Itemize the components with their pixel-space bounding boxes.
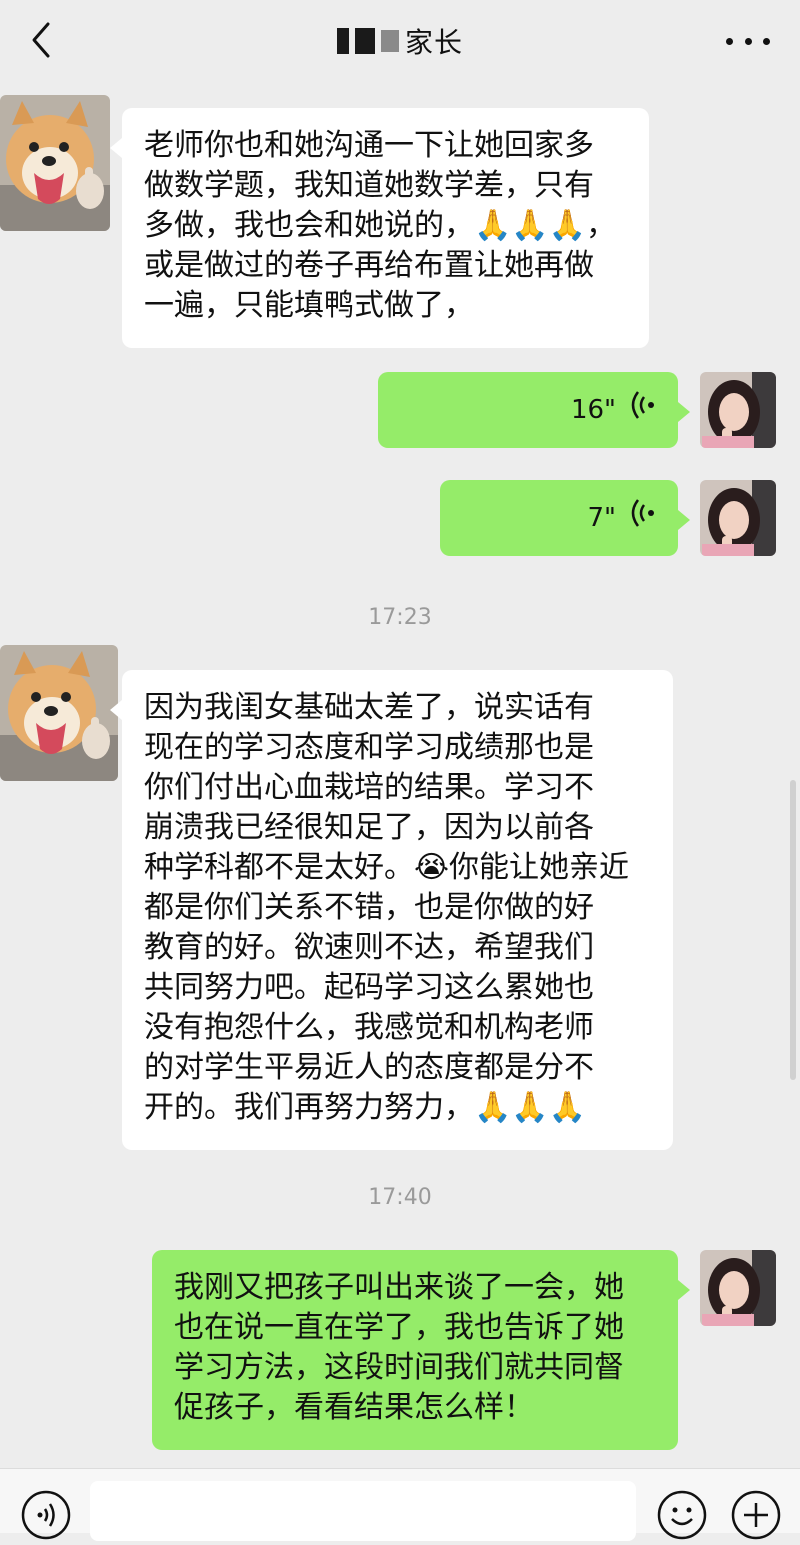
voice-duration: 16": [570, 395, 616, 425]
plus-icon[interactable]: [730, 1489, 782, 1541]
message-text: 因为我闺女基础太差了，说实话有 现在的学习态度和学习成绩那也是 你们付出心血栽培…: [144, 690, 630, 1125]
more-dots-icon[interactable]: [726, 26, 770, 56]
message-bubble[interactable]: 因为我闺女基础太差了，说实话有 现在的学习态度和学习成绩那也是 你们付出心血栽培…: [110, 670, 673, 1150]
message-text: 我刚又把孩子叫出来谈了一会，她 也在说一直在学了，我也告诉了她 学习方法，这段时…: [174, 1270, 624, 1425]
shiba-dog-avatar[interactable]: [0, 95, 110, 231]
voice-wave-icon: [630, 498, 656, 539]
chat-header: 家长: [0, 0, 800, 82]
message-input[interactable]: [90, 1481, 636, 1541]
voice-message-bubble[interactable]: 16": [378, 372, 690, 448]
contact-name: 家长: [404, 26, 463, 59]
voice-duration: 7": [587, 503, 616, 533]
message-text: 老师你也和她沟通一下让她回家多 做数学题，我知道她数学差，只有 多做，我也会和她…: [144, 128, 617, 323]
message-bubble[interactable]: 我刚又把孩子叫出来谈了一会，她 也在说一直在学了，我也告诉了她 学习方法，这段时…: [152, 1250, 690, 1450]
voice-wave-icon: [630, 390, 656, 431]
woman-avatar[interactable]: [700, 1250, 776, 1326]
timestamp: 17:23: [368, 605, 432, 630]
voice-input-icon[interactable]: [20, 1489, 72, 1541]
redacted-name-mask: [336, 28, 399, 54]
timestamp: 17:40: [368, 1185, 432, 1210]
shiba-dog-avatar[interactable]: [0, 645, 118, 781]
emoji-icon[interactable]: [656, 1489, 708, 1541]
scrollbar[interactable]: [790, 780, 796, 1080]
chat-title: 家长: [0, 0, 800, 82]
message-bubble[interactable]: 老师你也和她沟通一下让她回家多 做数学题，我知道她数学差，只有 多做，我也会和她…: [110, 108, 649, 348]
woman-avatar[interactable]: [700, 480, 776, 556]
woman-avatar[interactable]: [700, 372, 776, 448]
input-bar: [0, 1468, 800, 1541]
voice-message-bubble[interactable]: 7": [440, 480, 690, 556]
